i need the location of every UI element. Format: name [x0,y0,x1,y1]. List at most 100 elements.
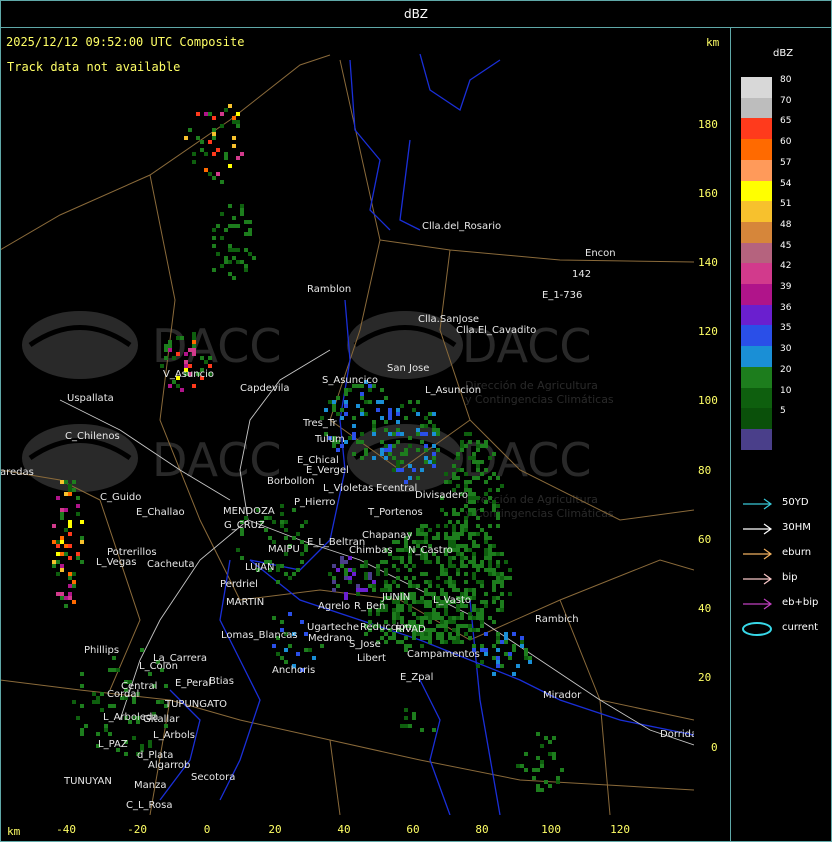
echo-cell [476,464,480,468]
echo-cell [292,536,296,540]
echo-cell [320,644,324,648]
echo-cell [488,536,492,540]
echo-cell [496,664,500,668]
legend-swatch [741,201,772,223]
echo-cell [92,700,96,704]
echo-cell [456,640,460,644]
echo-cell [476,612,480,616]
echo-cell [464,572,468,576]
echo-cell [132,700,136,704]
echo-cell [280,564,284,568]
echo-cell [224,228,228,232]
echo-cell [344,412,348,416]
place-label: Ugarteche [307,622,359,633]
echo-cell [412,468,416,472]
echo-cell [232,248,236,252]
place-label: Btias [209,676,234,687]
echo-cell [492,596,496,600]
echo-cell [332,580,336,584]
place-label: MENDOZA [223,506,275,517]
echo-cell [372,584,376,588]
echo-cell [480,648,484,652]
echo-cell [504,576,508,580]
echo-cell [64,552,68,556]
echo-cell [536,784,540,788]
echo-cell [268,536,272,540]
echo-cell [444,612,448,616]
echo-cell [400,616,404,620]
echo-cell [112,656,116,660]
echo-cell [208,356,212,360]
echo-cell [328,400,332,404]
echo-cell [480,660,484,664]
echo-cell [476,568,480,572]
echo-cell [384,448,388,452]
echo-cell [108,704,112,708]
echo-cell [440,632,444,636]
place-label: aredas [0,467,34,478]
echo-cell [64,492,68,496]
echo-cell [420,596,424,600]
echo-cell [468,496,472,500]
echo-cell [336,568,340,572]
legend-track-label: bip [782,572,798,583]
echo-cell [384,580,388,584]
echo-cell [352,572,356,576]
echo-cell [212,128,216,132]
echo-cell [176,352,180,356]
echo-cell [160,700,164,704]
echo-cell [456,588,460,592]
echo-cell [372,580,376,584]
echo-cell [80,540,84,544]
echo-cell [420,644,424,648]
x-tick-label: 80 [475,823,489,836]
echo-cell [240,208,244,212]
legend-swatch [741,408,772,430]
echo-cell [200,356,204,360]
echo-cell [480,580,484,584]
echo-cell [412,408,416,412]
place-label: Rambich [535,614,579,625]
echo-cell [448,540,452,544]
echo-cell [276,580,280,584]
echo-cell [196,112,200,116]
echo-cell [432,628,436,632]
echo-cell [456,632,460,636]
echo-cell [460,564,464,568]
echo-cell [432,616,436,620]
echo-cell [412,540,416,544]
echo-cell [468,488,472,492]
echo-cell [212,136,216,140]
echo-cell [300,560,304,564]
echo-cell [72,580,76,584]
echo-cell [468,432,472,436]
echo-cell [80,560,84,564]
echo-cell [192,336,196,340]
echo-cell [488,616,492,620]
echo-cell [60,536,64,540]
echo-cell [432,452,436,456]
place-label: Divisadero [415,490,468,501]
legend-level-label: 60 [780,137,792,148]
echo-cell [460,444,464,448]
echo-cell [456,572,460,576]
echo-cell [468,624,472,628]
echo-cell [248,220,252,224]
echo-cell [468,548,472,552]
echo-cell [524,656,528,660]
echo-cell [412,596,416,600]
echo-cell [472,644,476,648]
place-label: Capdevila [240,383,290,394]
legend-swatch [741,180,772,202]
echo-cell [464,520,468,524]
place-label: E_Vergel [306,465,349,476]
echo-cell [80,520,84,524]
legend-level-label: 36 [780,302,792,313]
echo-cell [476,460,480,464]
echo-cell [436,524,440,528]
echo-cell [224,156,228,160]
echo-cell [472,500,476,504]
echo-cell [456,608,460,612]
echo-cell [464,432,468,436]
echo-cell [388,444,392,448]
